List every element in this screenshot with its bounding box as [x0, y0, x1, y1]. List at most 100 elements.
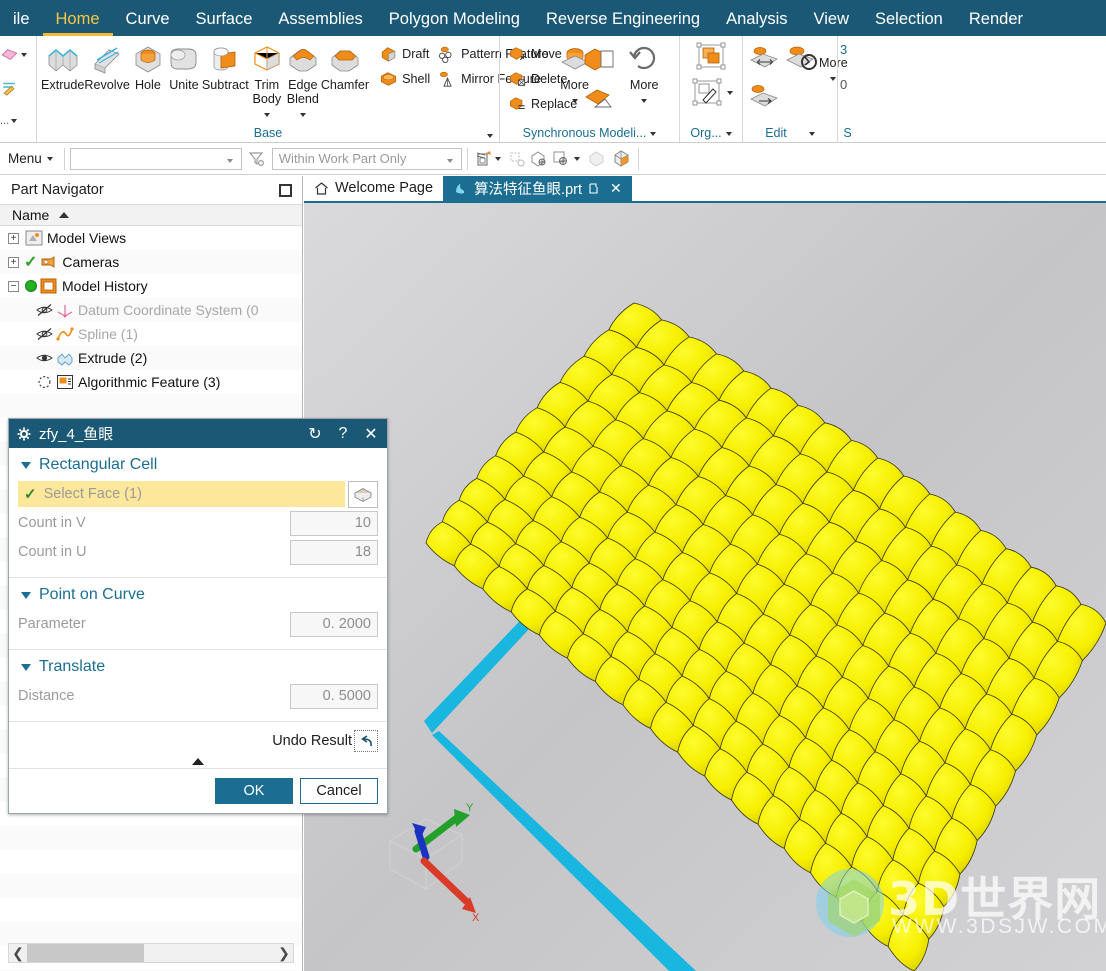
ribbon-tab-reverse-engineering[interactable]: Reverse Engineering	[533, 9, 713, 36]
tree-item-model-views[interactable]: + Model Views	[0, 226, 302, 250]
menu-chevron-icon[interactable]	[46, 156, 53, 161]
sync-more-button[interactable]: More	[617, 40, 671, 106]
dialog-reset-icon[interactable]: ↻	[305, 424, 325, 444]
partial-visibility-icon[interactable]	[36, 375, 53, 389]
dialog-collapse-row[interactable]	[9, 754, 387, 769]
ribbon-tab-view[interactable]: View	[801, 9, 862, 36]
chevron-down-icon[interactable]	[21, 52, 27, 57]
base-group-expand-icon[interactable]	[487, 134, 493, 138]
reorder-feature-icon[interactable]	[783, 43, 819, 77]
wcs-display-icon[interactable]	[550, 148, 572, 170]
restore-window-icon[interactable]	[588, 182, 601, 195]
undo-result-button[interactable]	[354, 730, 378, 752]
clipped-row-3[interactable]: ...	[0, 104, 18, 137]
dialog-close-icon[interactable]: ✕	[361, 424, 381, 444]
revolve-button[interactable]: Revolve	[84, 40, 130, 92]
dock-toggle-icon[interactable]	[279, 183, 292, 197]
tab-active-part[interactable]: 算法特征鱼眼.prt ✕	[443, 176, 632, 201]
scroll-left-icon[interactable]: ❮	[9, 945, 27, 962]
ribbon-tab-polygon-modeling[interactable]: Polygon Modeling	[376, 9, 533, 36]
extrude-button[interactable]: Extrude	[41, 40, 84, 92]
selection-type-filter-combo[interactable]	[69, 147, 242, 170]
ribbon-tab-curve[interactable]: Curve	[113, 9, 183, 36]
dialog-help-icon[interactable]: ?	[333, 425, 353, 443]
viewport-canvas-3d[interactable]: Y X 3D世界网 WWW.3DSJW.COM	[304, 203, 1106, 971]
count-in-u-input[interactable]: 18	[290, 539, 378, 565]
organize-group-expand-icon[interactable]	[725, 131, 732, 136]
edge-blend-chevron-icon[interactable]	[299, 113, 306, 117]
tab-welcome-page[interactable]: Welcome Page	[304, 176, 443, 201]
tail-icon-2[interactable]: 0	[840, 77, 847, 92]
collapse-triangle-icon-1[interactable]	[21, 461, 31, 469]
edit-parameters-icon[interactable]	[747, 43, 783, 77]
chevron-down-icon-2[interactable]	[11, 118, 18, 123]
ribbon-tab-assemblies[interactable]: Assemblies	[265, 9, 375, 36]
section-header-point-on-curve[interactable]: Point on Curve	[18, 584, 378, 611]
tree-item-spline[interactable]: Spline (1)	[0, 322, 302, 346]
part-navigator-column-header[interactable]: Name	[0, 204, 302, 226]
edit-group-icon[interactable]	[689, 76, 725, 110]
shell-button[interactable]: Shell	[375, 67, 434, 91]
sync-group-expand-icon[interactable]	[650, 131, 657, 136]
tree-item-extrude[interactable]: Extrude (2)	[0, 346, 302, 370]
wcs-origin-icon[interactable]	[528, 148, 550, 170]
ribbon-tab-render[interactable]: Render	[956, 9, 1036, 36]
ribbon-tab-selection[interactable]: Selection	[862, 9, 956, 36]
collapse-triangle-icon-3[interactable]	[21, 663, 31, 671]
trim-body-chevron-icon[interactable]	[263, 113, 270, 117]
group-face-icon[interactable]	[693, 40, 729, 74]
section-header-rectangular-cell[interactable]: Rectangular Cell	[18, 454, 378, 481]
tab-close-icon[interactable]: ✕	[610, 180, 622, 197]
hidden-eye-icon[interactable]	[36, 303, 53, 317]
unite-button[interactable]: Unite	[166, 40, 202, 92]
select-face-field[interactable]: ✓ Select Face (1)	[18, 481, 345, 507]
tree-item-algorithmic-feature[interactable]: Algorithmic Feature (3)	[0, 370, 302, 394]
snap-point-dropdown-icon[interactable]	[473, 148, 495, 170]
snap-point-chevron-icon[interactable]	[494, 156, 501, 161]
dialog-collapse-icon[interactable]	[192, 757, 204, 765]
tree-item-datum-csys[interactable]: Datum Coordinate System (0	[0, 298, 302, 322]
move-face-button[interactable]: Move	[504, 42, 581, 66]
section-header-translate[interactable]: Translate	[18, 656, 378, 683]
hole-button[interactable]: Hole	[130, 40, 166, 92]
expander-cameras[interactable]: +	[8, 256, 19, 268]
tree-item-cameras[interactable]: + ✓ Cameras	[0, 250, 302, 274]
expander-model-history[interactable]: −	[8, 280, 19, 292]
chamfer-button[interactable]: Chamfer	[321, 40, 369, 92]
delete-face-button[interactable]: Delete	[504, 67, 581, 91]
tail-icon-1[interactable]: 3	[840, 42, 847, 57]
organize-chevron-icon[interactable]	[727, 91, 733, 95]
select-face-button[interactable]	[348, 480, 378, 508]
ribbon-tab-analysis[interactable]: Analysis	[713, 9, 800, 36]
tree-item-model-history[interactable]: − Model History	[0, 274, 302, 298]
replace-face-button[interactable]: Replace	[504, 92, 581, 116]
snap-settings-icon[interactable]	[506, 148, 528, 170]
distance-input[interactable]: 0. 5000	[290, 683, 378, 709]
render-style-icon[interactable]	[611, 148, 633, 170]
cancel-button[interactable]: Cancel	[300, 778, 378, 804]
edge-blend-button[interactable]: Edge Blend	[285, 40, 321, 120]
scroll-right-icon[interactable]: ❯	[275, 945, 293, 962]
edit-more-chevron-icon[interactable]	[830, 77, 837, 81]
clipped-row-2[interactable]	[0, 71, 19, 104]
expander-model-views[interactable]: +	[8, 232, 19, 244]
sync-more-chevron-icon[interactable]	[641, 99, 648, 103]
wcs-chevron-icon[interactable]	[573, 156, 580, 161]
visible-eye-icon[interactable]	[36, 351, 53, 365]
shaded-display-icon[interactable]	[586, 148, 608, 170]
scroll-track[interactable]	[27, 944, 275, 962]
edit-group-expand-icon[interactable]	[808, 131, 815, 136]
ribbon-tab-surface[interactable]: Surface	[183, 9, 266, 36]
selection-filter-icon[interactable]	[246, 148, 268, 170]
scope-chevron-icon[interactable]	[446, 158, 453, 163]
scroll-thumb[interactable]	[27, 944, 144, 962]
ribbon-tab-file[interactable]: ile	[0, 9, 43, 36]
draft-button[interactable]: Draft	[375, 42, 434, 66]
parameter-input[interactable]: 0. 2000	[290, 611, 378, 637]
menu-button[interactable]: Menu	[0, 151, 59, 166]
edit-positioning-icon[interactable]	[747, 79, 783, 113]
trim-body-button[interactable]: Trim Body	[249, 40, 285, 120]
ribbon-tab-home[interactable]: Home	[42, 9, 113, 36]
hidden-eye-icon-2[interactable]	[36, 327, 53, 341]
type-filter-chevron-icon[interactable]	[226, 158, 233, 163]
